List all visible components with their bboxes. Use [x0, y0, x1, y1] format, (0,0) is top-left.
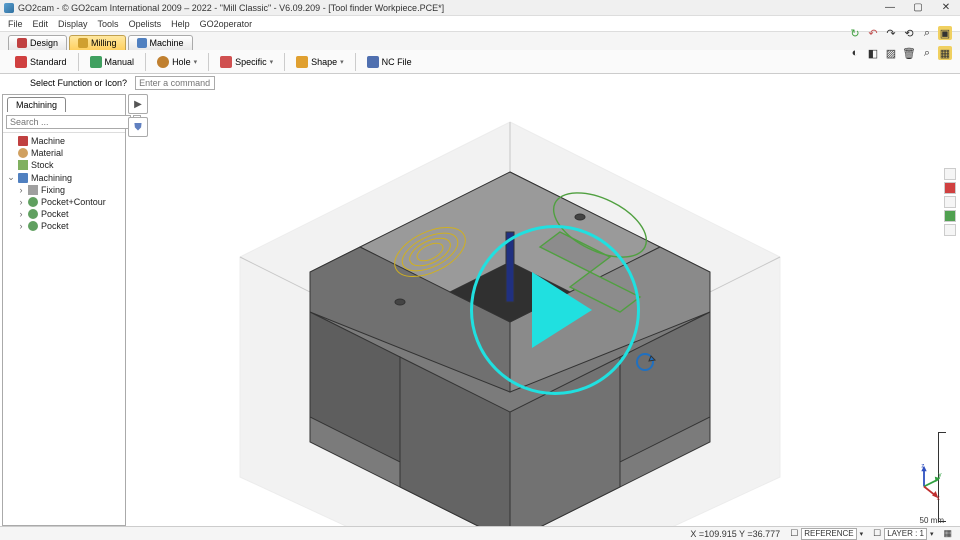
command-bar: Select Function or Icon?: [0, 74, 960, 92]
tool-manual[interactable]: Manual: [83, 53, 142, 71]
toolbar: Standard Manual Hole▾ Specific▾ Shape▾ N…: [0, 50, 960, 74]
strip-btn-5[interactable]: [944, 224, 956, 236]
scale-label: 50 mm: [920, 516, 944, 525]
svg-text:z: z: [921, 464, 924, 470]
viewport-3d[interactable]: 50 mm z y x: [150, 92, 960, 528]
maximize-button[interactable]: ▢: [908, 1, 928, 15]
svg-text:y: y: [938, 472, 942, 479]
machine-icon: [137, 38, 147, 48]
tool-ncfile[interactable]: NC File: [360, 53, 419, 71]
machining-icon: [18, 173, 28, 183]
standard-icon: [15, 56, 27, 68]
tool-specific[interactable]: Specific▾: [213, 53, 280, 71]
right-strip: [944, 168, 958, 236]
app-icon: [4, 3, 14, 13]
machine-icon: [18, 136, 28, 146]
shape-icon: [296, 56, 308, 68]
chevron-down-icon: ▾: [270, 58, 274, 66]
tool6-icon[interactable]: ▦: [938, 46, 952, 60]
redo-icon[interactable]: ↷: [884, 26, 898, 40]
op-icon: [28, 221, 38, 231]
view-tools-row1: ↻ ↶ ↷ ⟲ ⌕ ▣: [848, 26, 952, 40]
window-controls: — ▢ ✕: [880, 1, 956, 15]
menu-edit[interactable]: Edit: [33, 19, 49, 29]
command-input[interactable]: [135, 76, 215, 90]
menu-go2operator[interactable]: GO2operator: [200, 19, 253, 29]
sidebar: Machining ⌕ Machine Material Stock ⌄Mach…: [2, 94, 126, 526]
command-prompt: Select Function or Icon?: [30, 78, 127, 88]
sidebar-tab-machining[interactable]: Machining: [7, 97, 66, 112]
menu-display[interactable]: Display: [58, 19, 88, 29]
play-button[interactable]: [470, 225, 640, 395]
svg-text:x: x: [937, 495, 941, 500]
menu-opelists[interactable]: Opelists: [129, 19, 162, 29]
status-layer[interactable]: ☐LAYER : 1▾: [873, 528, 933, 540]
tool3-icon[interactable]: ▨: [884, 46, 898, 60]
fit-icon[interactable]: ▣: [938, 26, 952, 40]
ncfile-icon: [367, 56, 379, 68]
title-text: GO2cam - © GO2cam International 2009 – 2…: [18, 3, 880, 13]
close-button[interactable]: ✕: [936, 1, 956, 15]
strip-btn-3[interactable]: [944, 196, 956, 208]
menu-bar: File Edit Display Tools Opelists Help GO…: [0, 16, 960, 32]
tool5-icon[interactable]: ⌕: [920, 46, 934, 60]
design-icon: [17, 38, 27, 48]
tool4-icon[interactable]: 🗑: [902, 46, 916, 60]
strip-btn-1[interactable]: [944, 168, 956, 180]
chevron-down-icon: ▾: [194, 58, 198, 66]
material-icon: [18, 148, 28, 158]
status-coords: X =109.915 Y =36.777: [690, 529, 780, 539]
tree-pocket-1[interactable]: ›Pocket: [7, 208, 121, 220]
mini-play-icon[interactable]: ▶: [128, 94, 148, 114]
tool1-icon[interactable]: ◐: [848, 46, 862, 60]
tab-milling[interactable]: Milling: [69, 35, 126, 50]
tree-fixing[interactable]: ›Fixing: [7, 184, 121, 196]
undo-icon[interactable]: ↶: [866, 26, 880, 40]
stock-icon: [18, 160, 28, 170]
tree-material[interactable]: Material: [7, 147, 121, 159]
tool2-icon[interactable]: ◧: [866, 46, 880, 60]
tree-machining[interactable]: ⌄Machining: [7, 171, 121, 184]
tree-pocket-contour[interactable]: ›Pocket+Contour: [7, 196, 121, 208]
hole-icon: [157, 56, 169, 68]
menu-file[interactable]: File: [8, 19, 23, 29]
menu-tools[interactable]: Tools: [98, 19, 119, 29]
search-input[interactable]: [6, 115, 131, 129]
specific-icon: [220, 56, 232, 68]
op-icon: [28, 197, 38, 207]
strip-btn-4[interactable]: [944, 210, 956, 222]
tool-hole[interactable]: Hole▾: [150, 53, 204, 71]
title-bar: GO2cam - © GO2cam International 2009 – 2…: [0, 0, 960, 16]
view-tools-row2: ◐ ◧ ▨ 🗑 ⌕ ▦: [848, 46, 952, 60]
zoom-icon[interactable]: ⌕: [920, 26, 934, 40]
refresh-icon[interactable]: ↻: [848, 26, 862, 40]
mode-tabs: Design Milling Machine: [0, 32, 960, 50]
minimize-button[interactable]: —: [880, 1, 900, 15]
play-icon: [532, 272, 592, 348]
strip-btn-2[interactable]: [944, 182, 956, 194]
tree-pocket-2[interactable]: ›Pocket: [7, 220, 121, 232]
tab-machine[interactable]: Machine: [128, 35, 193, 50]
menu-help[interactable]: Help: [171, 19, 190, 29]
mini-shield-icon[interactable]: ⛊: [128, 117, 148, 137]
milling-icon: [78, 38, 88, 48]
op-icon: [28, 209, 38, 219]
chevron-down-icon: ▾: [340, 58, 344, 66]
tool-standard[interactable]: Standard: [8, 53, 74, 71]
tool-shape[interactable]: Shape▾: [289, 53, 351, 71]
status-bar: X =109.915 Y =36.777 ☐REFERENCE▾ ☐LAYER …: [0, 526, 960, 540]
status-ref[interactable]: ☐REFERENCE▾: [790, 528, 863, 540]
fix-icon: [28, 185, 38, 195]
rotate-icon[interactable]: ⟲: [902, 26, 916, 40]
manual-icon: [90, 56, 102, 68]
axis-gizmo[interactable]: z y x: [906, 464, 942, 500]
mini-panel: ▶ ⛊: [128, 94, 150, 526]
feature-tree: Machine Material Stock ⌄Machining ›Fixin…: [3, 133, 125, 234]
status-extra-icon[interactable]: ▦: [943, 528, 952, 539]
tab-design[interactable]: Design: [8, 35, 67, 50]
tree-machine[interactable]: Machine: [7, 135, 121, 147]
tree-stock[interactable]: Stock: [7, 159, 121, 171]
